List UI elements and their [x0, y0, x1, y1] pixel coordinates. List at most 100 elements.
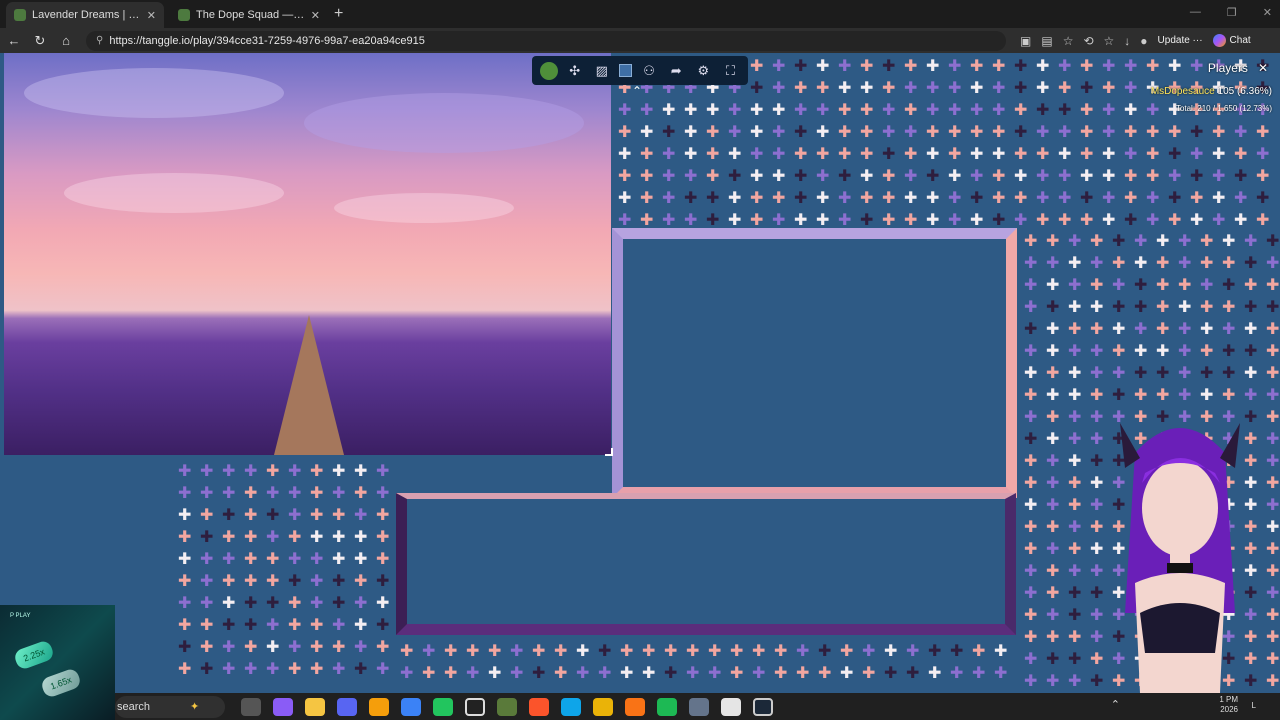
- puzzle-piece[interactable]: ✚: [862, 644, 875, 660]
- puzzle-piece[interactable]: ✚: [1046, 542, 1059, 558]
- puzzle-piece[interactable]: ✚: [948, 169, 961, 185]
- puzzle-piece[interactable]: ✚: [1036, 191, 1049, 207]
- puzzle-piece[interactable]: ✚: [1244, 234, 1257, 250]
- puzzle-piece[interactable]: ✚: [1102, 191, 1115, 207]
- puzzle-piece[interactable]: ✚: [266, 464, 279, 480]
- puzzle-piece[interactable]: ✚: [992, 213, 1005, 229]
- taskbar-search[interactable]: search ✦: [115, 695, 225, 718]
- puzzle-piece[interactable]: ✚: [466, 666, 479, 682]
- puzzle-piece[interactable]: ✚: [1124, 169, 1137, 185]
- puzzle-piece[interactable]: ✚: [1046, 520, 1059, 536]
- puzzle-piece[interactable]: ✚: [706, 213, 719, 229]
- puzzle-piece[interactable]: ✚: [310, 508, 323, 524]
- puzzle-piece[interactable]: ✚: [266, 508, 279, 524]
- puzzle-piece[interactable]: ✚: [1058, 169, 1071, 185]
- puzzle-piece[interactable]: ✚: [708, 666, 721, 682]
- puzzle-piece[interactable]: ✚: [838, 191, 851, 207]
- puzzle-piece[interactable]: ✚: [332, 596, 345, 612]
- puzzle-piece[interactable]: ✚: [1014, 147, 1027, 163]
- puzzle-piece[interactable]: ✚: [1046, 278, 1059, 294]
- puzzle-piece[interactable]: ✚: [310, 552, 323, 568]
- puzzle-piece[interactable]: ✚: [200, 530, 213, 546]
- puzzle-piece[interactable]: ✚: [882, 103, 895, 119]
- puzzle-piece[interactable]: ✚: [640, 147, 653, 163]
- puzzle-piece[interactable]: ✚: [1068, 674, 1081, 690]
- puzzle-piece[interactable]: ✚: [1024, 410, 1037, 426]
- puzzle-piece[interactable]: ✚: [904, 103, 917, 119]
- tab-dope-squad[interactable]: The Dope Squad — Puzzles ✕: [170, 2, 328, 28]
- tab-lavender-dreams[interactable]: Lavender Dreams | Sky Jigsaw ✕: [6, 2, 164, 28]
- puzzle-piece[interactable]: ✚: [1046, 630, 1059, 646]
- puzzle-piece[interactable]: ✚: [794, 59, 807, 75]
- puzzle-piece[interactable]: ✚: [222, 640, 235, 656]
- puzzle-piece[interactable]: ✚: [1134, 344, 1147, 360]
- puzzle-piece[interactable]: ✚: [684, 103, 697, 119]
- puzzle-piece[interactable]: ✚: [1168, 147, 1181, 163]
- puzzle-piece[interactable]: ✚: [1146, 213, 1159, 229]
- puzzle-piece[interactable]: ✚: [816, 169, 829, 185]
- puzzle-piece[interactable]: ✚: [862, 666, 875, 682]
- discord-icon[interactable]: [337, 697, 357, 716]
- puzzle-piece[interactable]: ✚: [1014, 81, 1027, 97]
- puzzle-piece[interactable]: ✚: [200, 574, 213, 590]
- puzzle-piece[interactable]: ✚: [1134, 300, 1147, 316]
- puzzle-piece[interactable]: ✚: [992, 59, 1005, 75]
- puzzle-piece[interactable]: ✚: [1222, 388, 1235, 404]
- puzzle-piece[interactable]: ✚: [816, 213, 829, 229]
- puzzle-piece[interactable]: ✚: [706, 103, 719, 119]
- puzzle-piece[interactable]: ✚: [444, 644, 457, 660]
- puzzle-piece[interactable]: ✚: [684, 213, 697, 229]
- puzzle-piece[interactable]: ✚: [640, 125, 653, 141]
- puzzle-piece[interactable]: ✚: [332, 574, 345, 590]
- ad-banner[interactable]: P PLAY 2.25x 1.65x: [0, 605, 115, 720]
- puzzle-piece[interactable]: ✚: [1014, 191, 1027, 207]
- task-view-icon[interactable]: [241, 697, 261, 716]
- puzzle-piece[interactable]: ✚: [774, 666, 787, 682]
- puzzle-piece[interactable]: ✚: [222, 618, 235, 634]
- puzzle-piece[interactable]: ✚: [1168, 125, 1181, 141]
- puzzle-piece[interactable]: ✚: [794, 103, 807, 119]
- new-tab-icon[interactable]: +: [334, 5, 343, 23]
- puzzle-piece[interactable]: ✚: [882, 147, 895, 163]
- site-info-icon[interactable]: ⚲: [96, 35, 103, 46]
- puzzle-piece[interactable]: ✚: [376, 662, 389, 678]
- puzzle-piece[interactable]: ✚: [860, 147, 873, 163]
- puzzle-piece[interactable]: ✚: [288, 508, 301, 524]
- puzzle-piece[interactable]: ✚: [376, 596, 389, 612]
- puzzle-piece[interactable]: ✚: [1200, 256, 1213, 272]
- puzzle-piece[interactable]: ✚: [244, 662, 257, 678]
- puzzle-piece[interactable]: ✚: [1124, 147, 1137, 163]
- puzzle-piece[interactable]: ✚: [1024, 608, 1037, 624]
- puzzle-piece[interactable]: ✚: [1068, 432, 1081, 448]
- puzzle-piece[interactable]: ✚: [1190, 213, 1203, 229]
- puzzle-piece[interactable]: ✚: [1090, 278, 1103, 294]
- puzzle-piece[interactable]: ✚: [860, 169, 873, 185]
- puzzle-piece[interactable]: ✚: [706, 147, 719, 163]
- puzzle-piece[interactable]: ✚: [928, 666, 941, 682]
- puzzle-piece[interactable]: ✚: [1156, 278, 1169, 294]
- puzzle-piece[interactable]: ✚: [178, 486, 191, 502]
- puzzle-piece[interactable]: ✚: [1046, 674, 1059, 690]
- puzzle-piece[interactable]: ✚: [288, 464, 301, 480]
- puzzle-piece[interactable]: ✚: [750, 191, 763, 207]
- puzzle-piece[interactable]: ✚: [1222, 256, 1235, 272]
- puzzle-piece[interactable]: ✚: [706, 125, 719, 141]
- puzzle-piece[interactable]: ✚: [1046, 652, 1059, 668]
- puzzle-piece[interactable]: ✚: [354, 464, 367, 480]
- puzzle-piece[interactable]: ✚: [1156, 234, 1169, 250]
- puzzle-piece[interactable]: ✚: [750, 103, 763, 119]
- puzzle-piece[interactable]: ✚: [310, 530, 323, 546]
- puzzle-piece[interactable]: ✚: [1090, 300, 1103, 316]
- puzzle-piece[interactable]: ✚: [1024, 564, 1037, 580]
- puzzle-piece[interactable]: ✚: [332, 508, 345, 524]
- puzzle-piece[interactable]: ✚: [1046, 476, 1059, 492]
- puzzle-piece[interactable]: ✚: [244, 552, 257, 568]
- minimize-icon[interactable]: —: [1190, 6, 1201, 19]
- puzzle-piece[interactable]: ✚: [288, 618, 301, 634]
- puzzle-piece[interactable]: ✚: [1200, 366, 1213, 382]
- puzzle-piece[interactable]: ✚: [684, 147, 697, 163]
- puzzle-piece[interactable]: ✚: [376, 618, 389, 634]
- puzzle-piece[interactable]: ✚: [750, 59, 763, 75]
- puzzle-piece[interactable]: ✚: [310, 464, 323, 480]
- puzzle-piece[interactable]: ✚: [1080, 147, 1093, 163]
